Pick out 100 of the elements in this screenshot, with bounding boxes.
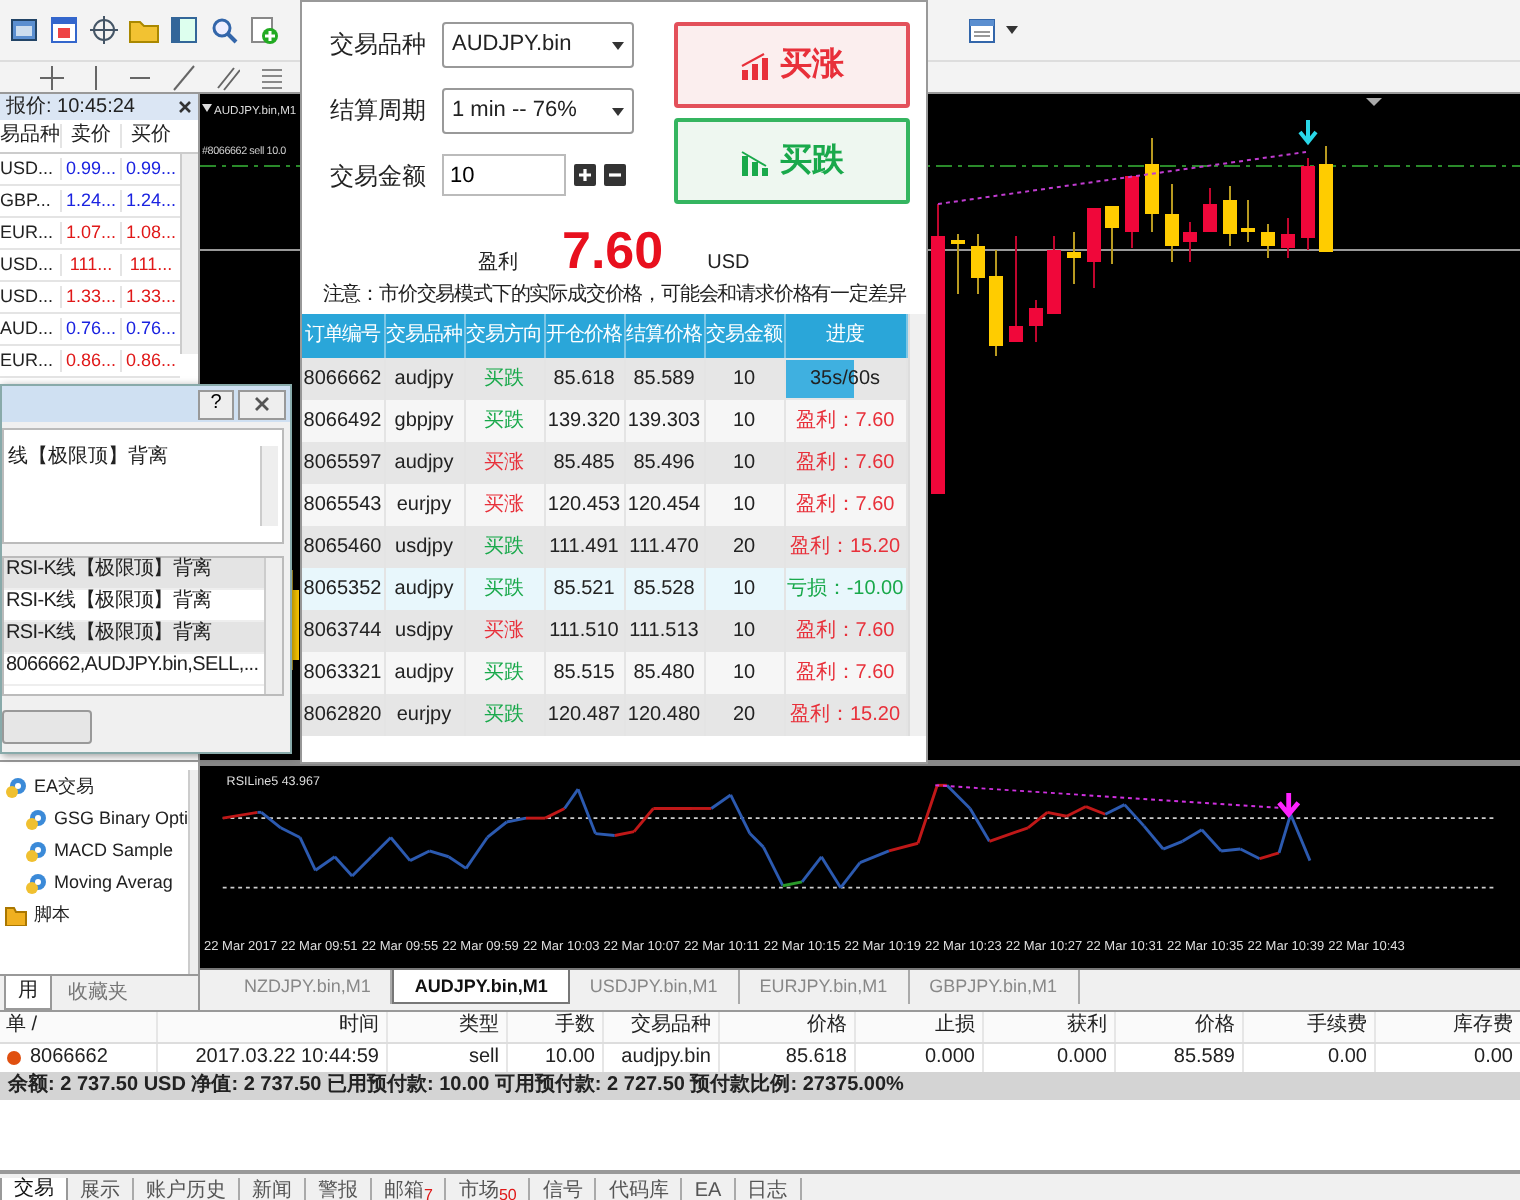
tree-item[interactable]: 脚本 <box>34 903 70 925</box>
candlestick <box>1241 199 1255 243</box>
notice-text: 注意：市价交易模式下的实际成交价格，可能会和请求价格有一定差异 <box>320 284 909 308</box>
chart-tab[interactable]: AUDJPY.bin,M1 <box>392 970 570 1004</box>
marker-icon <box>1366 98 1382 106</box>
price-cell: 1.33... <box>60 286 120 308</box>
candlestick <box>1281 217 1295 259</box>
channel-icon[interactable] <box>216 63 240 91</box>
alert-message: 线【极限顶】背离 <box>8 446 168 472</box>
table-row[interactable]: 8065543 eurjpy 买涨 120.453 120.454 10 盈利：7.60 <box>302 484 906 526</box>
price-cell: 111... <box>60 254 120 276</box>
tree-item[interactable]: MACD Sample <box>54 839 174 861</box>
plus-icon[interactable] <box>574 164 596 186</box>
candlestick <box>1067 231 1081 285</box>
table-row[interactable]: 8065597 audjpy 买涨 85.485 85.496 10 盈利：7.60 <box>302 442 906 484</box>
tab[interactable]: 信号 <box>530 1178 597 1200</box>
table-cell: eurjpy <box>384 694 464 736</box>
close-icon[interactable] <box>178 100 192 114</box>
table-row[interactable]: 8065352 audjpy 买跌 85.521 85.528 10 亏损：-10.00 <box>302 568 906 610</box>
table-cell: 盈利：15.20 <box>784 694 906 736</box>
log-row[interactable]: RSI-K线【极限顶】背离 <box>4 558 264 590</box>
period-select[interactable]: 1 min -- 76% <box>442 88 634 134</box>
candlestick <box>971 233 985 295</box>
column-header[interactable]: 手续费 <box>1242 1012 1374 1042</box>
column-header[interactable]: 易品种 <box>0 124 60 148</box>
column-header[interactable]: 价格 <box>718 1012 854 1042</box>
price-cell: 0.86... <box>60 350 120 372</box>
scrollbar[interactable] <box>180 154 198 354</box>
close-button[interactable] <box>238 389 286 419</box>
column-header[interactable]: 卖价 <box>60 124 120 148</box>
tab[interactable]: 邮箱$_{7}$ <box>372 1178 447 1200</box>
tab[interactable]: 用 <box>4 976 52 1010</box>
trendline-icon[interactable] <box>172 63 196 91</box>
candlestick <box>1029 299 1043 343</box>
minus-icon[interactable] <box>604 164 626 186</box>
balance-summary: 余额: 2 737.50 USD 净值: 2 737.50 已用预付款: 10.00 可用预付款: 2 727.50 预付款比例: 27375.00% <box>0 1072 1520 1100</box>
tree-item[interactable]: GSG Binary Opti <box>54 807 189 829</box>
tab[interactable]: 日志 <box>735 1178 802 1200</box>
tab[interactable]: 警报 <box>306 1178 372 1200</box>
column-header[interactable]: 获利 <box>982 1012 1114 1042</box>
panel-icon[interactable] <box>168 14 200 46</box>
column-header[interactable]: 止损 <box>854 1012 982 1042</box>
candlestick <box>1125 175 1139 249</box>
table-cell: 8066662 <box>30 1045 108 1070</box>
candlestick <box>1009 235 1023 343</box>
column-header[interactable]: 手数 <box>506 1012 602 1042</box>
column-header[interactable]: 价格 <box>1114 1012 1242 1042</box>
column-header[interactable]: 时间 <box>156 1012 386 1042</box>
table-row[interactable]: 8063744 usdjpy 买涨 111.510 111.513 10 盈利：7.60 <box>302 610 906 652</box>
symbol-cell-text: USD... <box>0 158 56 180</box>
tab[interactable]: 交易 <box>0 1178 68 1200</box>
candlestick <box>989 249 1003 357</box>
currency-label: USD <box>707 252 750 276</box>
folder-icon <box>4 902 28 926</box>
tab[interactable]: 账户历史 <box>134 1178 240 1200</box>
tab[interactable]: 新闻 <box>240 1178 306 1200</box>
table-row[interactable]: 8066492 gbpjpy 买跌 139.320 139.303 10 盈利：7.60 <box>302 400 906 442</box>
table-row[interactable]: 8065460 usdjpy 买跌 111.491 111.470 20 盈利：15.20 <box>302 526 906 568</box>
zoom-icon[interactable] <box>208 14 240 46</box>
candlestick <box>1319 145 1333 253</box>
column-header[interactable]: 买价 <box>120 124 180 148</box>
symbol-cell-text: GBP... <box>0 190 53 212</box>
table-row[interactable]: 8063321 audjpy 买跌 85.515 85.480 10 盈利：7.60 <box>302 652 906 694</box>
price-cell: 1.07... <box>60 222 120 244</box>
fibonacci-icon[interactable] <box>260 63 284 91</box>
help-button[interactable]: ? <box>198 389 234 419</box>
tab[interactable]: 市场$_{50}$ <box>446 1178 531 1200</box>
symbol-cell-text: EUR... <box>0 222 56 244</box>
log-row[interactable]: RSI-K线【极限顶】背离 <box>4 622 264 654</box>
field-label: 交易金额 <box>330 160 428 191</box>
panel-title: 报价: 10:45:24 <box>6 95 135 119</box>
symbol-select[interactable]: AUDJPY.bin <box>442 22 634 68</box>
tab[interactable]: 展示 <box>68 1178 134 1200</box>
column-header[interactable]: 交易品种 <box>602 1012 718 1042</box>
window-icon[interactable] <box>48 14 80 46</box>
tab[interactable]: 收藏夹 <box>56 976 140 1010</box>
scrollbar[interactable] <box>260 446 278 526</box>
cursor-crosshair-icon[interactable] <box>40 63 64 91</box>
buy-up-button[interactable]: 买涨 <box>674 22 910 108</box>
tab[interactable]: 代码库 <box>596 1178 683 1200</box>
candlestick <box>1223 185 1237 247</box>
table-cell: 120.487 <box>544 694 624 736</box>
scrollbar[interactable] <box>264 558 282 694</box>
tree-item[interactable]: Moving Averag <box>54 871 173 893</box>
tree-item[interactable]: EA交易 <box>34 775 95 797</box>
symbol-cell-text: USD... <box>0 286 56 308</box>
chart-icon[interactable] <box>8 14 40 46</box>
crosshair-icon[interactable] <box>88 14 120 46</box>
field-label: 结算周期 <box>330 94 428 125</box>
candlestick <box>1105 205 1119 265</box>
caret-icon[interactable] <box>1006 24 1018 36</box>
column-header[interactable]: 库存费 <box>1374 1012 1520 1042</box>
add-icon[interactable] <box>248 14 280 46</box>
amount-field[interactable]: 10 <box>442 154 566 196</box>
scrollbar[interactable] <box>188 770 198 974</box>
tab[interactable]: EA <box>682 1178 736 1200</box>
column-header[interactable]: 类型 <box>386 1012 506 1042</box>
candlestick <box>1145 137 1159 233</box>
column-header[interactable]: 单 / <box>0 1012 156 1042</box>
table-row[interactable]: 8062820 eurjpy 买跌 120.487 120.480 20 盈利：15.20 <box>302 694 906 736</box>
